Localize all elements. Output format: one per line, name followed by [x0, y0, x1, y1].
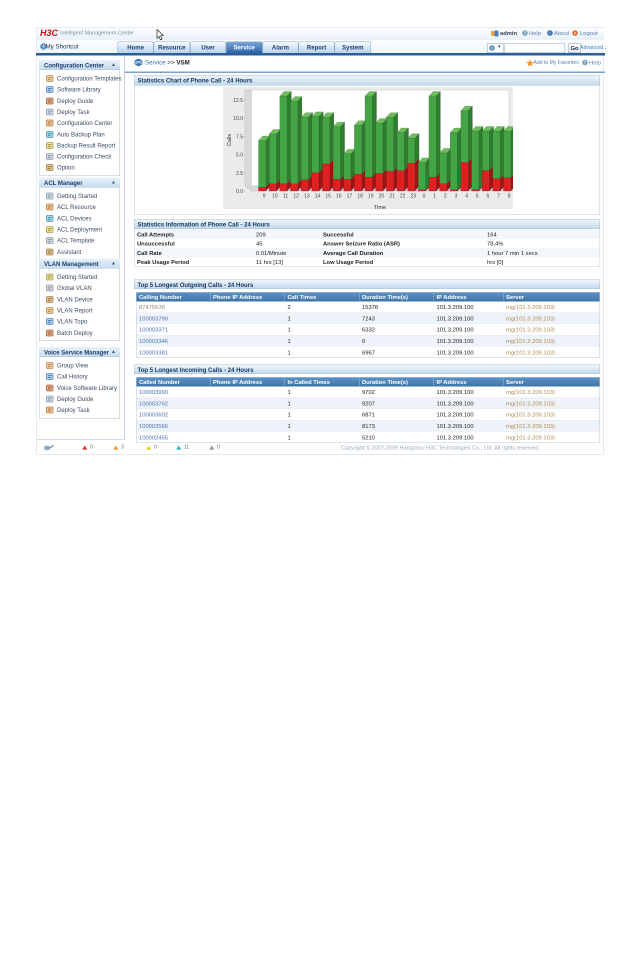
- svg-text:10: 10: [272, 194, 278, 200]
- svg-text:21: 21: [389, 194, 395, 200]
- svg-text:2.5: 2.5: [236, 171, 243, 177]
- svg-text:i: i: [550, 31, 551, 36]
- svg-text:10.0: 10.0: [233, 116, 243, 122]
- svg-text:15: 15: [325, 194, 331, 200]
- svg-text:5.0: 5.0: [236, 153, 243, 159]
- svg-text:19: 19: [368, 194, 374, 200]
- svg-text:17: 17: [347, 194, 353, 200]
- svg-text:Time: Time: [374, 205, 386, 209]
- svg-text:13: 13: [304, 194, 310, 200]
- svg-text:22: 22: [400, 194, 406, 200]
- svg-text:×: ×: [574, 31, 577, 36]
- svg-text:12: 12: [293, 194, 299, 200]
- svg-text:23: 23: [411, 194, 417, 200]
- svg-text:7: 7: [497, 194, 500, 200]
- svg-text:0: 0: [423, 194, 426, 200]
- svg-text:5: 5: [476, 194, 479, 200]
- svg-text:16: 16: [336, 194, 342, 200]
- svg-text:11: 11: [283, 194, 288, 200]
- svg-text:20: 20: [379, 194, 385, 200]
- svg-text:Calls: Calls: [227, 134, 233, 146]
- svg-text:3: 3: [455, 194, 458, 200]
- svg-text:4: 4: [465, 194, 468, 200]
- svg-text:2: 2: [444, 194, 447, 200]
- svg-text:0.0: 0.0: [236, 189, 243, 195]
- svg-text:14: 14: [315, 194, 321, 200]
- svg-text:18: 18: [357, 194, 363, 200]
- svg-text:1: 1: [433, 194, 436, 200]
- svg-text:8: 8: [508, 194, 511, 200]
- svg-text:7.5: 7.5: [236, 134, 243, 140]
- svg-text:9: 9: [263, 194, 266, 200]
- svg-text:12.5: 12.5: [233, 98, 243, 104]
- svg-text:6: 6: [487, 194, 490, 200]
